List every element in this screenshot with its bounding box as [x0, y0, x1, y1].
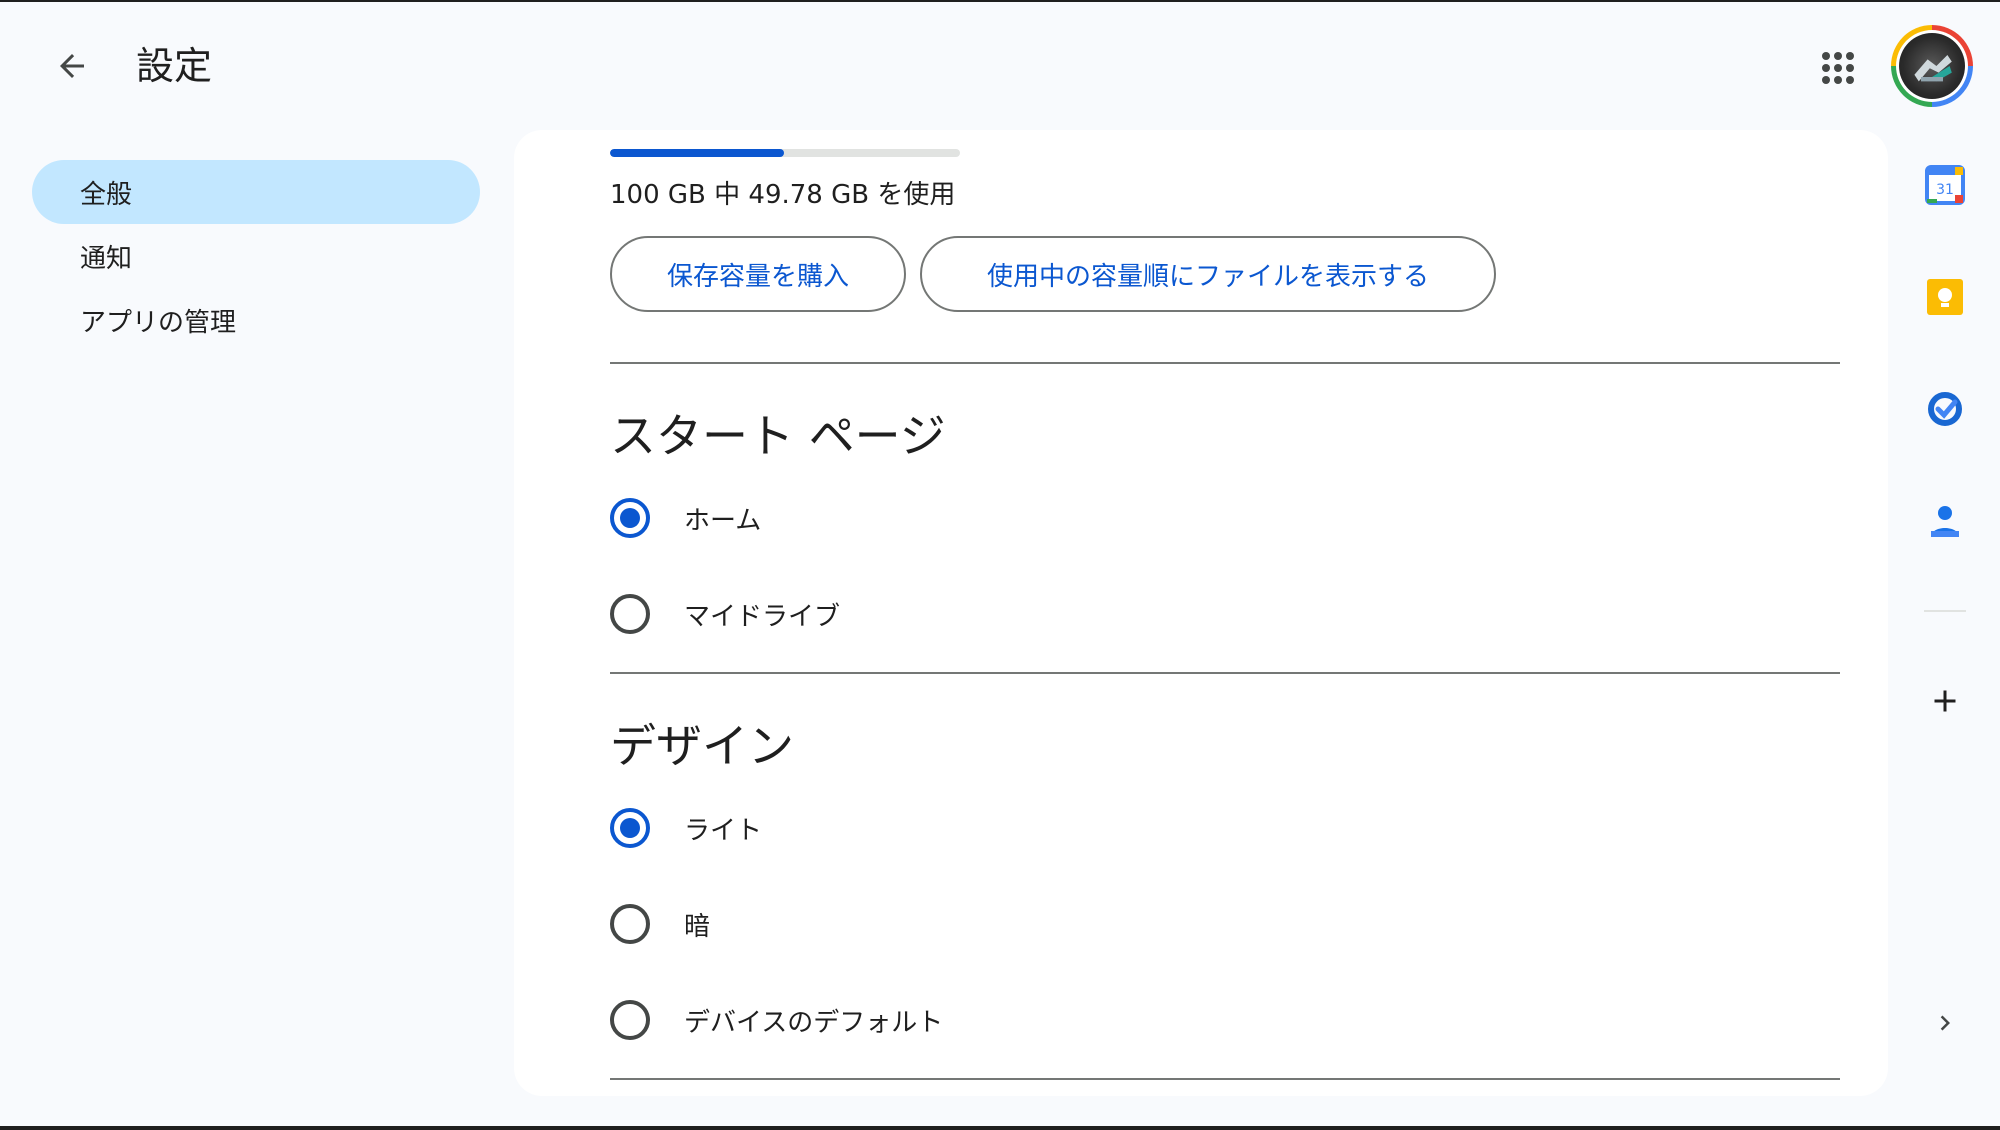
contacts-icon: [1931, 506, 1959, 537]
radio-button[interactable]: [610, 498, 650, 538]
show-files-by-size-button[interactable]: 使用中の容量順にファイルを表示する: [920, 236, 1496, 312]
chevron-right-icon: [1940, 1015, 1950, 1031]
design-heading: デザイン: [610, 719, 794, 773]
calendar-button[interactable]: 31: [1920, 160, 1970, 210]
get-add-ons-button[interactable]: [1920, 676, 1970, 726]
storage-progress-bar: [610, 149, 960, 157]
radio-button[interactable]: [610, 904, 650, 944]
design-option-dark[interactable]: 暗: [610, 894, 710, 954]
section-divider: [610, 362, 1840, 364]
buy-storage-button[interactable]: 保存容量を購入: [610, 236, 906, 312]
start-page-heading: スタート ページ: [610, 409, 946, 463]
rail-divider: [1924, 610, 1966, 612]
radio-button[interactable]: [610, 594, 650, 634]
storage-usage-text: 100 GB 中 49.78 GB を使用: [610, 180, 956, 210]
sidebar-item-general[interactable]: 全般: [32, 160, 480, 224]
top-bar: 設定: [0, 2, 2000, 130]
account-avatar[interactable]: [1891, 25, 1973, 107]
radio-label: 暗: [684, 911, 711, 942]
google-apps-button[interactable]: [1812, 42, 1864, 94]
apps-grid-icon: [1822, 52, 1854, 84]
svg-text:31: 31: [1936, 182, 1954, 198]
sidebar-item-notifications[interactable]: 通知: [32, 224, 480, 288]
radio-label: ホーム: [684, 505, 762, 536]
add-icon: [1934, 690, 1956, 712]
page-title: 設定: [136, 44, 213, 88]
tasks-button[interactable]: [1920, 384, 1970, 434]
keep-icon: [1927, 279, 1963, 315]
show-side-panel-button[interactable]: [1920, 998, 1970, 1048]
design-option-device-default[interactable]: デバイスのデフォルト: [610, 990, 943, 1050]
contacts-button[interactable]: [1920, 496, 1970, 546]
settings-content-panel[interactable]: 100 GB 中 49.78 GB を使用 保存容量を購入 使用中の容量順にファ…: [514, 130, 1888, 1096]
calendar-icon: 31: [1925, 165, 1965, 205]
sidebar-item-label: 通知: [80, 243, 133, 274]
start-page-option-home[interactable]: ホーム: [610, 488, 761, 548]
keep-button[interactable]: [1920, 272, 1970, 322]
radio-button[interactable]: [610, 808, 650, 848]
design-option-light[interactable]: ライト: [610, 798, 762, 858]
storage-progress-fill: [610, 149, 785, 157]
radio-button[interactable]: [610, 1000, 650, 1040]
section-divider: [610, 672, 1840, 674]
section-divider: [610, 1078, 1840, 1080]
avatar-image: [1899, 33, 1965, 99]
start-page-option-my-drive[interactable]: マイドライブ: [610, 584, 840, 644]
arrow-back-icon: [60, 54, 84, 78]
radio-label: デバイスのデフォルト: [684, 1007, 944, 1038]
sidebar-item-label: アプリの管理: [80, 307, 237, 338]
settings-sidebar: 全般 通知 アプリの管理: [32, 160, 480, 352]
sidebar-item-manage-apps[interactable]: アプリの管理: [32, 288, 480, 352]
radio-label: マイドライブ: [684, 601, 841, 632]
radio-label: ライト: [684, 815, 763, 846]
back-button[interactable]: [46, 40, 98, 92]
tasks-icon: [1928, 392, 1962, 426]
sidebar-item-label: 全般: [80, 179, 133, 210]
window-bottom-edge: [0, 1126, 2000, 1130]
